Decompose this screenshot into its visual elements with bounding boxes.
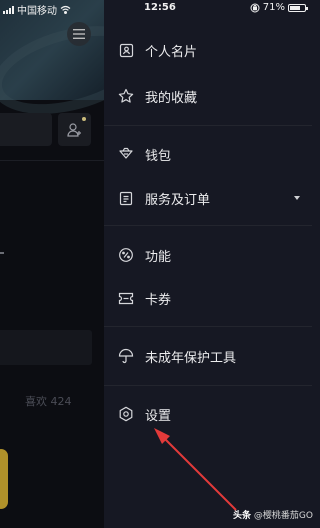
signal-icon [3, 5, 14, 14]
drawer-item-label: 设置 [145, 408, 172, 424]
add-user-icon [66, 122, 81, 137]
divider [104, 125, 312, 126]
watermark-handle: @樱桃番茄GO [253, 511, 313, 521]
floating-button[interactable] [0, 449, 8, 509]
star-icon [117, 87, 135, 105]
menu-icon[interactable] [67, 22, 91, 46]
divider [0, 160, 104, 161]
profile-edit-box[interactable] [0, 113, 52, 146]
drawer-item-services-orders[interactable]: 服务及订单 [104, 180, 312, 216]
divider [104, 385, 312, 386]
notification-dot [82, 117, 86, 121]
drawer-item-functions[interactable]: 功能 [104, 237, 312, 273]
battery-icon [288, 3, 308, 12]
drawer-item-settings[interactable]: 设置 [104, 396, 312, 432]
settings-icon [117, 405, 135, 423]
drawer-item-label: 卡券 [145, 292, 172, 308]
profile-page-background: 喜欢 424 [0, 0, 104, 528]
watermark: 头条 @樱桃番茄GO [233, 508, 313, 521]
battery-percent: 71% [262, 2, 285, 13]
drawer-item-label: 功能 [145, 249, 172, 265]
wifi-icon [60, 5, 71, 14]
chevron-down-icon[interactable] [294, 196, 300, 200]
drawer-item-favorites[interactable]: 我的收藏 [104, 78, 312, 114]
divider [104, 326, 312, 327]
umbrella-icon [117, 347, 135, 365]
coupon-icon [117, 289, 135, 307]
clock: 12:56 [144, 2, 176, 13]
status-bar: 中国移动 12:56 71% [0, 0, 312, 17]
drawer-item-wallet[interactable]: 钱包 [104, 136, 312, 172]
watermark-brand: 头条 [233, 511, 252, 521]
divider [0, 252, 4, 254]
drawer-item-label: 未成年保护工具 [145, 350, 237, 366]
add-friend-button[interactable] [58, 113, 91, 146]
function-icon [117, 246, 135, 264]
drawer-item-minor-protection[interactable]: 未成年保护工具 [104, 338, 312, 374]
carrier-name: 中国移动 [17, 6, 57, 17]
likes-count: 喜欢 424 [25, 395, 72, 408]
order-list-icon [117, 189, 135, 207]
id-card-icon [117, 41, 135, 59]
drawer-item-business-card[interactable]: 个人名片 [104, 32, 312, 68]
wallet-icon [117, 145, 135, 163]
orientation-lock-icon [250, 3, 260, 12]
divider [104, 225, 312, 226]
drawer-item-label: 服务及订单 [145, 192, 211, 208]
drawer-item-label: 我的收藏 [145, 90, 198, 106]
drawer-item-label: 个人名片 [145, 44, 198, 60]
drawer-item-coupons[interactable]: 卡券 [104, 280, 312, 316]
drawer-item-label: 钱包 [145, 148, 172, 164]
profile-info-bar [0, 330, 92, 365]
